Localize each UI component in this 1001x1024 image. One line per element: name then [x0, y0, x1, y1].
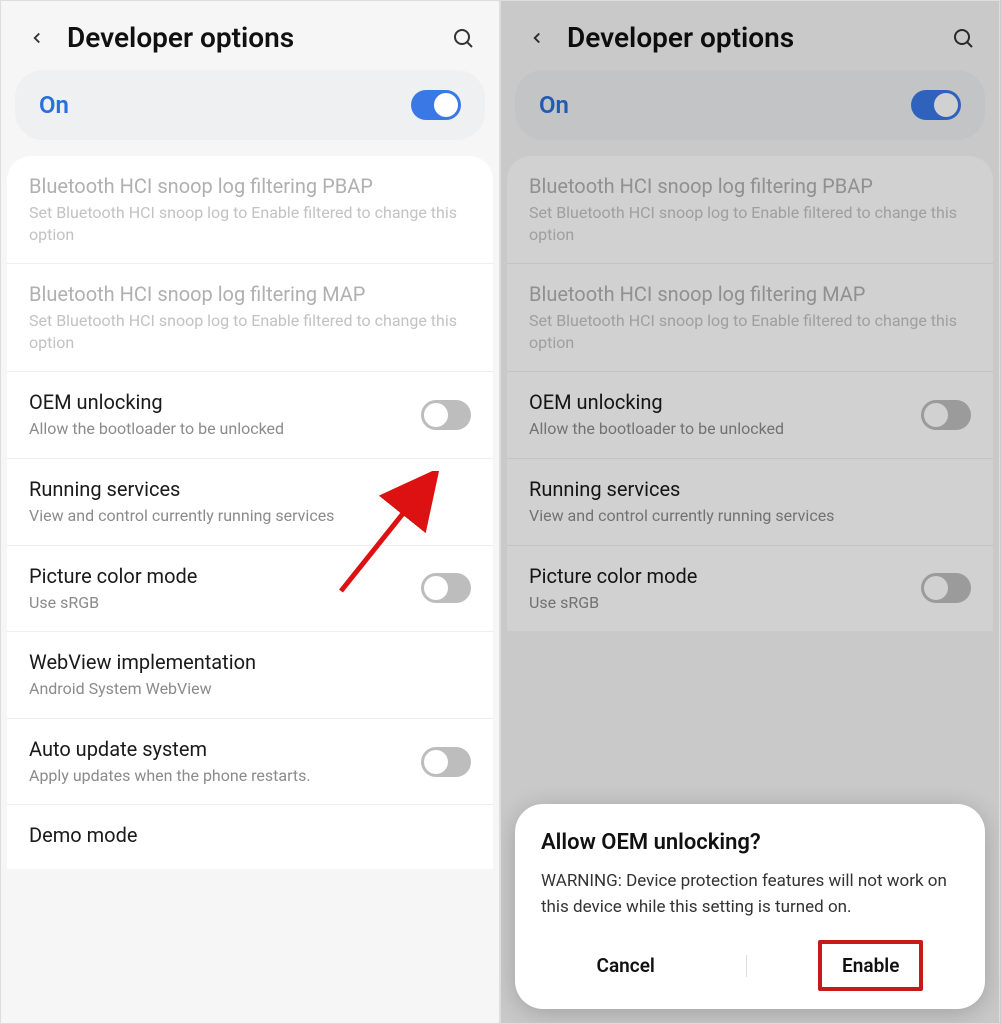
- master-toggle-label: On: [39, 91, 69, 119]
- dialog-title: Allow OEM unlocking?: [541, 830, 959, 855]
- master-toggle-switch[interactable]: [411, 90, 461, 120]
- item-title: Bluetooth HCI snoop log filtering MAP: [529, 282, 971, 306]
- item-running-services[interactable]: Running services View and control curren…: [7, 459, 493, 546]
- page-title: Developer options: [67, 21, 433, 54]
- item-subtitle: Allow the bootloader to be unlocked: [29, 418, 409, 440]
- picture-color-toggle-switch[interactable]: [921, 573, 971, 603]
- item-bt-map: Bluetooth HCI snoop log filtering MAP Se…: [507, 264, 993, 372]
- item-subtitle: Apply updates when the phone restarts.: [29, 765, 409, 787]
- item-subtitle: Set Bluetooth HCI snoop log to Enable fi…: [529, 310, 971, 353]
- settings-list: Bluetooth HCI snoop log filtering PBAP S…: [7, 156, 493, 869]
- item-title: Running services: [29, 477, 471, 501]
- item-title: Demo mode: [29, 823, 471, 847]
- confirm-dialog: Allow OEM unlocking? WARNING: Device pro…: [515, 804, 985, 1009]
- auto-update-toggle-switch[interactable]: [421, 747, 471, 777]
- item-auto-update[interactable]: Auto update system Apply updates when th…: [7, 719, 493, 806]
- item-subtitle: Set Bluetooth HCI snoop log to Enable fi…: [29, 310, 471, 353]
- search-icon: [951, 26, 975, 50]
- item-title: WebView implementation: [29, 650, 471, 674]
- item-subtitle: Android System WebView: [29, 678, 471, 700]
- master-toggle-switch[interactable]: [911, 90, 961, 120]
- item-bt-pbap: Bluetooth HCI snoop log filtering PBAP S…: [7, 156, 493, 264]
- item-bt-map: Bluetooth HCI snoop log filtering MAP Se…: [7, 264, 493, 372]
- item-subtitle: Set Bluetooth HCI snoop log to Enable fi…: [529, 202, 971, 245]
- item-bt-pbap: Bluetooth HCI snoop log filtering PBAP S…: [507, 156, 993, 264]
- back-button[interactable]: [521, 22, 553, 54]
- item-title: Picture color mode: [529, 564, 909, 588]
- cancel-button[interactable]: Cancel: [577, 944, 675, 987]
- item-running-services[interactable]: Running services View and control curren…: [507, 459, 993, 546]
- item-title: Auto update system: [29, 737, 409, 761]
- header: Developer options: [1, 1, 499, 70]
- settings-list: Bluetooth HCI snoop log filtering PBAP S…: [507, 156, 993, 631]
- item-subtitle: View and control currently running servi…: [29, 505, 471, 527]
- item-demo-mode[interactable]: Demo mode: [7, 805, 493, 869]
- oem-toggle-switch[interactable]: [921, 400, 971, 430]
- item-title: Running services: [529, 477, 971, 501]
- search-icon: [451, 26, 475, 50]
- item-title: OEM unlocking: [529, 390, 909, 414]
- search-button[interactable]: [947, 22, 979, 54]
- item-subtitle: Allow the bootloader to be unlocked: [529, 418, 909, 440]
- phone-screen-right: Developer options On Bluetooth HCI snoop…: [500, 0, 1000, 1024]
- item-subtitle: Set Bluetooth HCI snoop log to Enable fi…: [29, 202, 471, 245]
- back-button[interactable]: [21, 22, 53, 54]
- dialog-separator: [746, 955, 747, 977]
- master-toggle-label: On: [539, 91, 569, 119]
- search-button[interactable]: [447, 22, 479, 54]
- item-oem-unlocking[interactable]: OEM unlocking Allow the bootloader to be…: [507, 372, 993, 459]
- item-subtitle: Use sRGB: [29, 592, 409, 614]
- enable-button[interactable]: Enable: [818, 940, 923, 991]
- phone-screen-left: Developer options On Bluetooth HCI snoop…: [0, 0, 500, 1024]
- picture-color-toggle-switch[interactable]: [421, 573, 471, 603]
- item-webview[interactable]: WebView implementation Android System We…: [7, 632, 493, 719]
- item-title: Bluetooth HCI snoop log filtering PBAP: [29, 174, 471, 198]
- item-picture-color[interactable]: Picture color mode Use sRGB: [507, 546, 993, 632]
- item-title: Bluetooth HCI snoop log filtering MAP: [29, 282, 471, 306]
- item-title: OEM unlocking: [29, 390, 409, 414]
- page-title: Developer options: [567, 21, 933, 54]
- dialog-body: WARNING: Device protection features will…: [541, 869, 959, 920]
- master-toggle-row[interactable]: On: [515, 70, 985, 140]
- chevron-left-icon: [28, 29, 46, 47]
- header: Developer options: [501, 1, 999, 70]
- item-title: Bluetooth HCI snoop log filtering PBAP: [529, 174, 971, 198]
- item-subtitle: View and control currently running servi…: [529, 505, 971, 527]
- item-oem-unlocking[interactable]: OEM unlocking Allow the bootloader to be…: [7, 372, 493, 459]
- item-subtitle: Use sRGB: [529, 592, 909, 614]
- item-picture-color[interactable]: Picture color mode Use sRGB: [7, 546, 493, 633]
- master-toggle-row[interactable]: On: [15, 70, 485, 140]
- dialog-actions: Cancel Enable: [541, 940, 959, 991]
- item-title: Picture color mode: [29, 564, 409, 588]
- oem-toggle-switch[interactable]: [421, 400, 471, 430]
- chevron-left-icon: [528, 29, 546, 47]
